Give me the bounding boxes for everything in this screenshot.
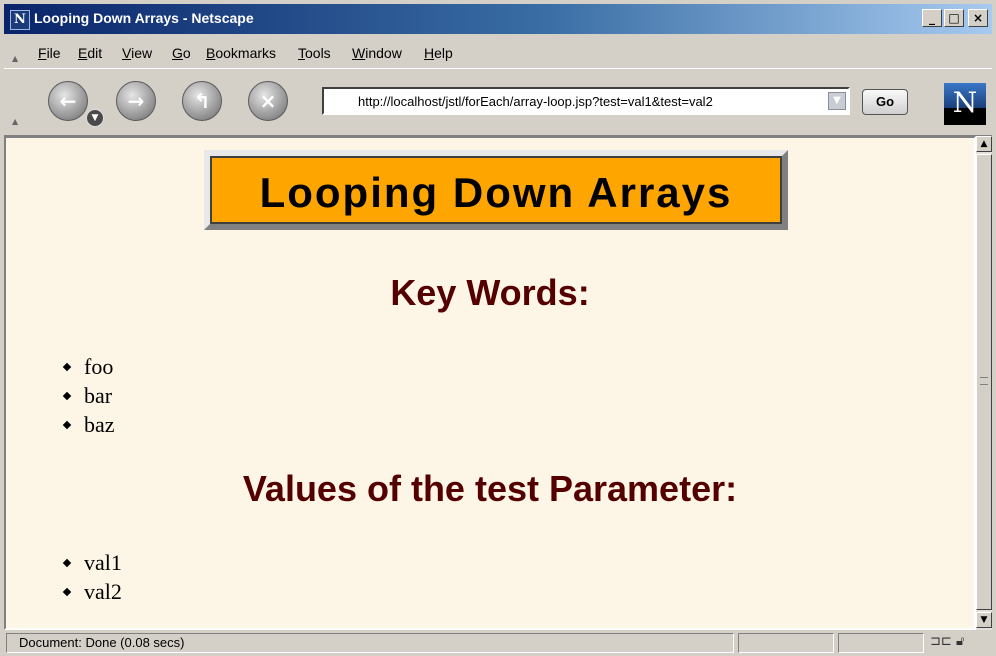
page-banner: Looping Down Arrays — [204, 150, 788, 230]
menu-go[interactable]: Go — [172, 45, 191, 61]
list-item: val1 — [6, 550, 122, 579]
scroll-up-icon[interactable]: ▲ — [976, 136, 992, 152]
url-field[interactable]: http://localhost/jstl/forEach/array-loop… — [322, 87, 850, 115]
go-button[interactable]: Go — [862, 89, 908, 115]
back-history-dropdown-icon[interactable]: ▼ — [86, 109, 104, 127]
keywords-list: foo bar baz — [6, 354, 115, 441]
menu-bar: ▲ File Edit View Go Bookmarks Tools Wind… — [4, 38, 992, 66]
toolbar-grip-icon[interactable]: ▲ — [12, 117, 21, 126]
scroll-down-icon[interactable]: ▼ — [976, 612, 992, 628]
page-title: Looping Down Arrays — [259, 169, 733, 216]
status-bar: Document: Done (0.08 secs) ⊐⊏ 🔓︎ — [4, 632, 992, 654]
url-text[interactable]: http://localhost/jstl/forEach/array-loop… — [358, 94, 713, 109]
vertical-scrollbar[interactable]: ▲ ▼ — [976, 136, 992, 630]
list-item: baz — [6, 412, 115, 441]
minimize-button[interactable]: _ — [922, 9, 942, 27]
close-button[interactable]: × — [968, 9, 988, 27]
stop-icon: × — [259, 89, 277, 113]
maximize-button[interactable]: □ — [944, 9, 964, 27]
connection-icon[interactable]: ⊐⊏ — [930, 634, 952, 649]
back-button[interactable]: ← — [48, 81, 88, 121]
netscape-app-icon[interactable]: N — [10, 10, 30, 30]
netscape-logo[interactable]: N — [944, 83, 986, 125]
values-heading: Values of the test Parameter: — [242, 468, 738, 509]
scrollbar-thumb[interactable] — [976, 154, 992, 610]
list-item: foo — [6, 354, 115, 383]
list-item: bar — [6, 383, 115, 412]
menubar-grip-icon[interactable]: ▲ — [12, 54, 21, 63]
reload-icon: ↰ — [193, 89, 211, 113]
status-panel — [838, 633, 924, 653]
status-progress-panel — [738, 633, 834, 653]
menu-tools[interactable]: Tools — [298, 45, 331, 61]
browser-window: N Looping Down Arrays - Netscape _ □ × ▲… — [0, 0, 996, 656]
window-title: Looping Down Arrays - Netscape — [34, 10, 254, 26]
menu-help[interactable]: Help — [424, 45, 453, 61]
menu-edit[interactable]: Edit — [78, 45, 102, 61]
url-history-dropdown-icon[interactable]: ▼ — [828, 92, 846, 110]
keywords-heading: Key Words: — [390, 272, 590, 313]
values-list: val1 val2 — [6, 550, 122, 608]
menu-view[interactable]: View — [122, 45, 152, 61]
menu-window[interactable]: Window — [352, 45, 402, 61]
list-item: val2 — [6, 579, 122, 608]
scrollbar-grip-icon — [980, 377, 988, 385]
back-arrow-icon: ← — [59, 89, 77, 113]
menu-file[interactable]: File — [38, 45, 61, 61]
page-content: Looping Down Arrays Key Words: foo bar b… — [4, 136, 976, 630]
title-bar[interactable]: N Looping Down Arrays - Netscape _ □ × — [4, 4, 992, 34]
status-text: Document: Done (0.08 secs) — [6, 633, 734, 653]
navigation-toolbar: ▲ ← ▼ → ↰ × http://localhost/jstl/forEac… — [4, 68, 992, 136]
forward-arrow-icon: → — [127, 89, 145, 113]
reload-button[interactable]: ↰ — [182, 81, 222, 121]
menu-bookmarks[interactable]: Bookmarks — [206, 45, 276, 61]
forward-button[interactable]: → — [116, 81, 156, 121]
security-lock-icon[interactable]: 🔓︎ — [956, 634, 964, 649]
stop-button[interactable]: × — [248, 81, 288, 121]
